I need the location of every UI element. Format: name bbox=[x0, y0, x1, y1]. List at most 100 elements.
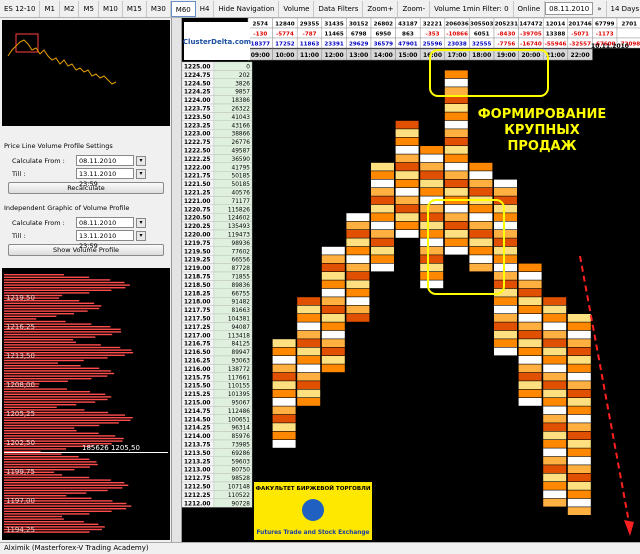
calendar-icon[interactable]: ▾ bbox=[136, 217, 146, 228]
price-label: 1217.75 bbox=[184, 308, 210, 314]
cluster-cell bbox=[494, 238, 517, 247]
cluster-cell bbox=[346, 221, 370, 230]
histogram-bar bbox=[4, 346, 121, 349]
cluster-cell bbox=[469, 204, 493, 213]
cluster-cell bbox=[494, 314, 517, 322]
cluster-cell bbox=[444, 246, 468, 255]
calendar-icon[interactable]: ▾ bbox=[136, 230, 146, 241]
mini-chart[interactable] bbox=[2, 20, 170, 126]
cluster-cell bbox=[543, 314, 567, 322]
histogram-bar bbox=[4, 370, 112, 372]
cluster-cell bbox=[543, 322, 567, 331]
nav-arrows-button[interactable]: » bbox=[593, 0, 607, 17]
cluster-cell bbox=[567, 414, 591, 423]
datetime-field[interactable]: 08.11.2010 16:00 bbox=[545, 2, 594, 25]
calendar-icon[interactable]: ▾ bbox=[136, 168, 146, 179]
cluster-cell bbox=[567, 381, 591, 389]
cluster-cell bbox=[494, 272, 517, 280]
recalculate-button[interactable]: Recalculate bbox=[8, 182, 164, 194]
histogram-bar bbox=[4, 333, 113, 336]
histogram-bar bbox=[4, 427, 75, 429]
volume-label: 93063 bbox=[232, 359, 251, 365]
tf-m1[interactable]: M1 bbox=[40, 0, 60, 17]
price-label: 1219.00 bbox=[184, 266, 210, 272]
volume-label: 107148 bbox=[228, 485, 250, 491]
cluster-cell bbox=[321, 330, 345, 339]
volume-label: 26322 bbox=[232, 107, 251, 113]
splitter[interactable] bbox=[172, 18, 182, 542]
histogram-bar bbox=[4, 523, 99, 525]
tf-m5[interactable]: M5 bbox=[79, 0, 99, 17]
cluster-cell bbox=[494, 330, 517, 339]
cluster-cell bbox=[371, 179, 394, 188]
histogram-bar bbox=[4, 318, 37, 320]
price-label: 1224.75 bbox=[184, 73, 210, 79]
tf-m60[interactable]: M60 bbox=[170, 0, 196, 17]
zoom-in-button[interactable]: Zoom+ bbox=[363, 0, 399, 17]
tf-m10[interactable]: M10 bbox=[99, 0, 123, 17]
till-field-2[interactable]: 13.11.2010 23:59 bbox=[76, 230, 134, 250]
volume-menu[interactable]: Volume bbox=[279, 0, 315, 17]
cluster-cell bbox=[543, 389, 567, 398]
hide-navigation-button[interactable]: Hide Navigation bbox=[214, 0, 280, 17]
cluster-cell bbox=[518, 322, 542, 331]
price-label: 1223.25 bbox=[184, 123, 210, 129]
days-select[interactable]: 14 Days bbox=[607, 1, 640, 17]
histogram-bar bbox=[4, 435, 116, 437]
tf-m15[interactable]: M15 bbox=[123, 0, 147, 17]
price-label: 1224.50 bbox=[184, 81, 210, 87]
cluster-cell bbox=[469, 162, 493, 171]
histogram-bar bbox=[4, 456, 79, 458]
cluster-cell bbox=[567, 465, 591, 473]
header-value: 31435 bbox=[324, 22, 344, 28]
symbol-select[interactable]: ES 12-10 bbox=[0, 0, 41, 17]
zoom-out-button[interactable]: Zoom- bbox=[398, 0, 431, 17]
cluster-cell bbox=[420, 188, 444, 196]
cluster-cell bbox=[346, 305, 370, 314]
header-value: 26802 bbox=[374, 22, 394, 28]
header-value: 32221 bbox=[423, 22, 443, 28]
calendar-icon[interactable]: ▾ bbox=[136, 155, 146, 166]
volume-label: 98936 bbox=[232, 241, 251, 247]
price-label: 1223.00 bbox=[184, 132, 210, 138]
cluster-cell bbox=[543, 414, 567, 423]
histogram-bar bbox=[4, 362, 59, 364]
tf-h4[interactable]: H4 bbox=[196, 0, 215, 17]
header-value: -55946 bbox=[545, 42, 567, 48]
histogram-bar bbox=[4, 315, 57, 317]
header-value: 47901 bbox=[398, 42, 418, 48]
header-value: 23038 bbox=[447, 42, 467, 48]
cluster-cell bbox=[543, 372, 567, 381]
tf-m2[interactable]: M2 bbox=[60, 0, 80, 17]
cluster-cell bbox=[420, 263, 444, 272]
header-value: -5071 bbox=[571, 32, 589, 38]
volume-label: 115826 bbox=[228, 207, 250, 213]
cluster-cell bbox=[321, 255, 345, 263]
volume-label: 117661 bbox=[228, 375, 250, 381]
cluster-cell bbox=[567, 507, 591, 515]
calc-from-field-2[interactable]: 08.11.2010 00:00 bbox=[76, 217, 134, 237]
show-volume-profile-button[interactable]: Show Volume Profile bbox=[8, 244, 164, 256]
cluster-cell bbox=[272, 406, 296, 415]
price-label: 1219.50 bbox=[184, 249, 210, 255]
histogram-bar bbox=[4, 341, 77, 343]
cluster-cell bbox=[543, 482, 567, 490]
volume-profile-histogram[interactable]: 1219,50 1216,25 1213,50 1208,00 1205,25 1202,… bbox=[2, 268, 170, 540]
online-toggle[interactable]: Online bbox=[514, 0, 546, 17]
header-value: 32555 bbox=[472, 42, 492, 48]
tf-m30[interactable]: M30 bbox=[147, 0, 171, 17]
cluster-cell bbox=[567, 448, 591, 457]
header-value: 11863 bbox=[300, 42, 320, 48]
till-field[interactable]: 13.11.2010 23:59 bbox=[76, 168, 134, 188]
histogram-price-label: 1194,25 bbox=[6, 526, 35, 534]
cluster-chart[interactable]: 2574 12840 29355 31435 30152 26802 43187 32221 2… bbox=[182, 18, 640, 542]
cluster-cell bbox=[543, 465, 567, 473]
header-value: 43187 bbox=[398, 22, 418, 28]
cluster-cell bbox=[444, 112, 468, 121]
calc-from-field[interactable]: 08.11.2010 00:00 bbox=[76, 155, 134, 175]
price-label: 1215.75 bbox=[184, 375, 210, 381]
data-filters-menu[interactable]: Data Filters bbox=[314, 0, 364, 17]
cluster-cell bbox=[420, 213, 444, 221]
left-panel: Price Line Volume Profile Settings Calcu… bbox=[0, 18, 172, 542]
cluster-cell bbox=[395, 162, 419, 171]
